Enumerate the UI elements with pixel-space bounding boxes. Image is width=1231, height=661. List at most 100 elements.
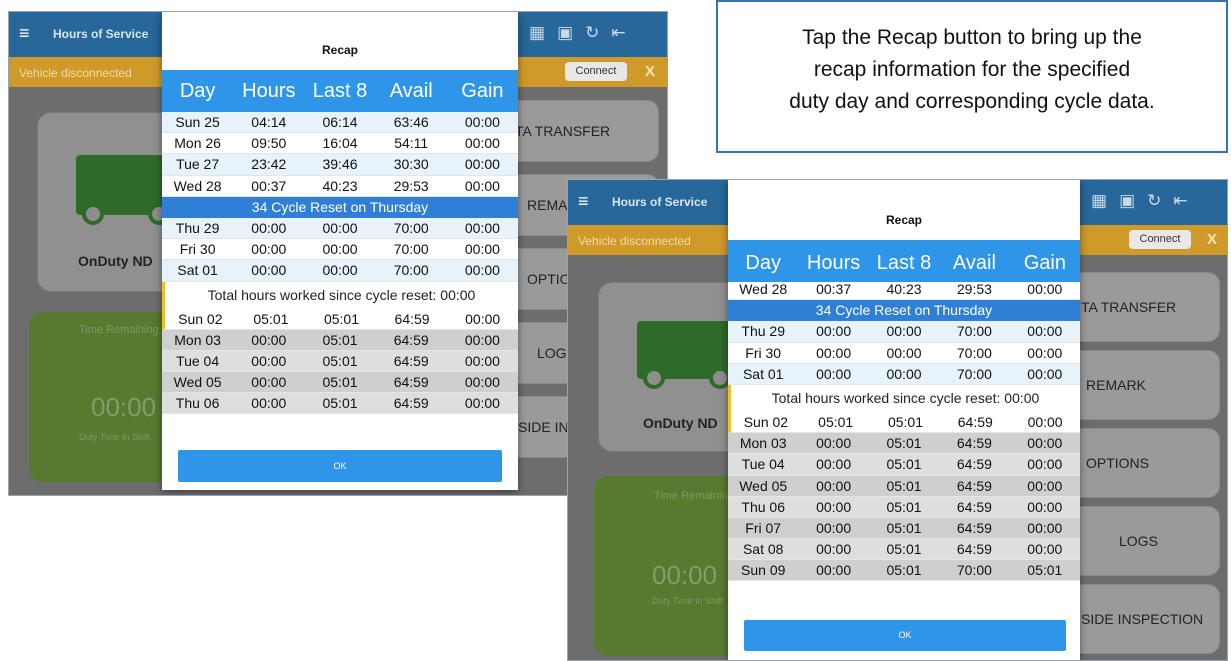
table-row: Wed 28 00:37 40:23 29:53 00:00 (728, 279, 1080, 301)
cell-last8: 05:01 (322, 374, 358, 391)
table-row: Thu 06 00:00 05:01 64:59 00:00 (728, 496, 1080, 518)
cell-avail: 63:46 (393, 114, 429, 131)
cell-hours: 00:00 (251, 331, 287, 348)
time-remaining-value: 00:00 (91, 392, 157, 422)
col-avail: Avail (952, 252, 996, 274)
cell-last8: 00:00 (886, 365, 922, 382)
cell-gain: 00:00 (1027, 519, 1063, 536)
refresh-icon[interactable]: ↻ (1147, 191, 1161, 211)
menu-icon[interactable]: ≡ (578, 192, 589, 210)
cell-day: Sun 02 (743, 414, 789, 431)
cell-day: Thu 29 (175, 220, 220, 237)
cell-hours: 23:42 (251, 156, 287, 173)
recap-table-body[interactable]: Wed 28 00:37 40:23 29:53 00:00 34 Cycle Rese… (728, 279, 1080, 609)
cell-hours: 00:00 (816, 477, 852, 494)
duty-status-label: OnDuty ND (78, 253, 153, 269)
cell-hours: 00:00 (816, 562, 852, 579)
recap-row-group: Wed 28 00:37 40:23 29:53 00:00 (728, 279, 1080, 301)
cell-hours: 00:00 (251, 352, 287, 369)
recap-title: Recap (885, 213, 923, 227)
cell-avail: 70:00 (393, 241, 429, 258)
table-row: Wed 05 00:00 05:01 64:59 00:00 (728, 475, 1080, 497)
shipping-icon[interactable]: ▣ (1119, 191, 1135, 211)
cell-avail: 64:59 (393, 331, 429, 348)
cell-hours: 00:00 (816, 541, 852, 558)
cell-day: Tue 04 (176, 352, 220, 369)
cell-avail: 64:59 (393, 395, 429, 412)
ok-button[interactable]: OK (744, 620, 1066, 651)
connect-button[interactable]: Connect (565, 62, 627, 81)
table-row: Tue 04 00:00 05:01 64:59 00:00 (162, 350, 518, 373)
cell-gain: 00:00 (1027, 498, 1063, 515)
duty-time-label: Duty Time In Shift (652, 596, 724, 606)
cell-hours: 00:00 (816, 344, 852, 361)
close-warning-button[interactable]: X (1207, 231, 1217, 248)
cell-last8: 05:01 (886, 435, 922, 452)
recap-table-body[interactable]: Sun 25 04:14 06:14 63:46 00:00 Mon 26 09:50 16:… (162, 112, 518, 440)
cell-day: Thu 29 (741, 323, 785, 340)
table-row: Fri 07 00:00 05:01 64:59 00:00 (728, 517, 1080, 540)
logs-label: LOGS (1119, 533, 1158, 549)
col-last8: Last 8 (312, 80, 368, 102)
table-row: Thu 29 00:00 00:00 70:00 00:00 (162, 217, 518, 240)
cell-last8: 39:46 (322, 156, 358, 173)
cell-gain: 00:00 (464, 241, 500, 258)
cell-last8: 40:23 (886, 281, 922, 298)
cell-avail: 54:11 (394, 135, 429, 152)
menu-icon[interactable]: ≡ (19, 24, 30, 42)
ok-button[interactable]: OK (178, 450, 502, 482)
cell-avail: 64:59 (394, 310, 430, 327)
logout-icon[interactable]: ⇤ (1173, 191, 1187, 211)
refresh-icon[interactable]: ↻ (585, 23, 599, 43)
callout-line-2: recap information for the specified (813, 58, 1131, 81)
close-warning-button[interactable]: X (645, 63, 655, 80)
cell-day: Sun 09 (741, 562, 786, 579)
cell-gain: 00:00 (464, 220, 500, 237)
cell-gain: 00:00 (465, 310, 501, 327)
recap-row-group: Sun 02 05:01 05:01 64:59 00:00 Mon 03 00:00 05:… (162, 308, 518, 415)
cell-avail: 64:59 (956, 456, 992, 473)
cell-avail: 70:00 (393, 262, 429, 279)
app-title: Hours of Service (53, 27, 149, 41)
connect-button[interactable]: Connect (1129, 230, 1191, 249)
cell-day: Fri 30 (179, 241, 216, 258)
time-remaining-label: Time Remaining (79, 324, 159, 336)
recap-table-header: Day Hours Last 8 Avail Gain (162, 70, 518, 112)
time-remaining-label: Time Remaining (654, 490, 734, 502)
table-row: Wed 05 00:00 05:01 64:59 00:00 (162, 372, 518, 394)
cell-last8: 05:01 (886, 477, 922, 494)
cell-avail: 70:00 (956, 344, 992, 361)
cell-hours: 00:00 (816, 323, 852, 340)
cell-day: Sat 01 (742, 365, 784, 382)
message-icon[interactable]: ▦ (1091, 191, 1107, 211)
cell-hours: 09:50 (251, 135, 287, 152)
cell-gain: 00:00 (464, 262, 500, 279)
col-hours: Hours (806, 252, 861, 274)
shipping-icon[interactable]: ▣ (557, 23, 573, 43)
table-row: Sun 02 05:01 05:01 64:59 00:00 (162, 308, 518, 330)
cell-hours: 00:37 (816, 281, 852, 298)
col-hours: Hours (242, 80, 296, 102)
cell-hours: 00:00 (251, 220, 287, 237)
cell-avail: 29:53 (393, 177, 429, 194)
cell-day: Mon 03 (739, 435, 787, 452)
col-day: Day (179, 80, 216, 102)
table-row: Thu 29 00:00 00:00 70:00 00:00 (728, 321, 1080, 343)
cell-day: Sun 25 (175, 114, 220, 131)
cell-avail: 70:00 (956, 365, 992, 382)
table-row: Thu 06 00:00 05:01 64:59 00:00 (162, 393, 518, 415)
cell-last8: 00:00 (886, 323, 922, 340)
table-row: Sat 08 00:00 05:01 64:59 00:00 (728, 539, 1080, 561)
callout-line-1: Tap the Recap button to bring up the (802, 26, 1142, 49)
roadside-inspection-label: SIDE INSPECTION (1081, 611, 1204, 627)
cell-avail: 64:59 (956, 477, 992, 494)
cell-hours: 00:00 (251, 395, 287, 412)
cell-gain: 00:00 (1027, 541, 1063, 558)
cell-gain: 00:00 (1027, 435, 1063, 452)
cell-hours: 04:14 (251, 114, 287, 131)
recap-dialog: Recap Day Hours Last 8 Avail Gain Sun 25… (162, 12, 518, 490)
logout-icon[interactable]: ⇤ (611, 23, 625, 43)
table-row: Sun 09 00:00 05:01 70:00 05:01 (728, 560, 1080, 582)
message-icon[interactable]: ▦ (529, 23, 545, 43)
cell-gain: 05:01 (1027, 562, 1063, 579)
